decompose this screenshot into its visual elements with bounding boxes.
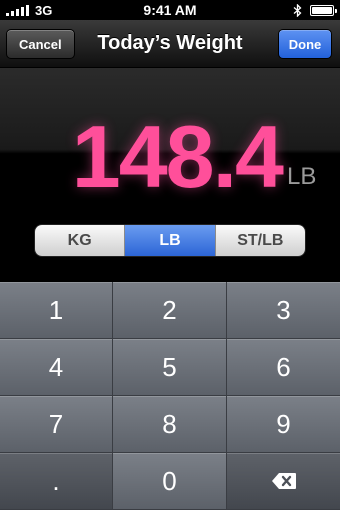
key-3[interactable]: 3 — [227, 282, 340, 339]
key-5[interactable]: 5 — [113, 339, 227, 396]
weight-value: 148.4 — [71, 107, 284, 206]
navigation-bar: Cancel Today’s Weight Done — [0, 20, 340, 68]
status-time: 9:41 AM — [143, 2, 197, 18]
key-8[interactable]: 8 — [113, 396, 227, 453]
battery-icon — [310, 4, 337, 16]
numeric-keypad: 1 2 3 4 5 6 7 8 9 . 0 — [0, 282, 340, 510]
key-1[interactable]: 1 — [0, 282, 113, 339]
key-9[interactable]: 9 — [227, 396, 340, 453]
cancel-button[interactable]: Cancel — [6, 29, 75, 59]
key-4[interactable]: 4 — [0, 339, 113, 396]
unit-selector: KG LB ST/LB — [34, 224, 306, 257]
key-7[interactable]: 7 — [0, 396, 113, 453]
unit-option-lb[interactable]: LB — [125, 225, 216, 256]
weight-display: 148.4 LB KG LB ST/LB — [0, 68, 340, 282]
key-6[interactable]: 6 — [227, 339, 340, 396]
key-2[interactable]: 2 — [113, 282, 227, 339]
delete-key[interactable] — [227, 453, 340, 510]
page-title: Today’s Weight — [97, 32, 243, 54]
weight-unit-label: LB — [287, 163, 317, 190]
status-bar: 3G 9:41 AM — [0, 0, 340, 20]
backspace-icon — [271, 473, 296, 489]
done-button[interactable]: Done — [278, 29, 332, 59]
key-0[interactable]: 0 — [113, 453, 227, 510]
unit-option-st-lb[interactable]: ST/LB — [215, 225, 305, 256]
key-decimal[interactable]: . — [0, 453, 113, 510]
unit-option-kg[interactable]: KG — [35, 225, 126, 256]
